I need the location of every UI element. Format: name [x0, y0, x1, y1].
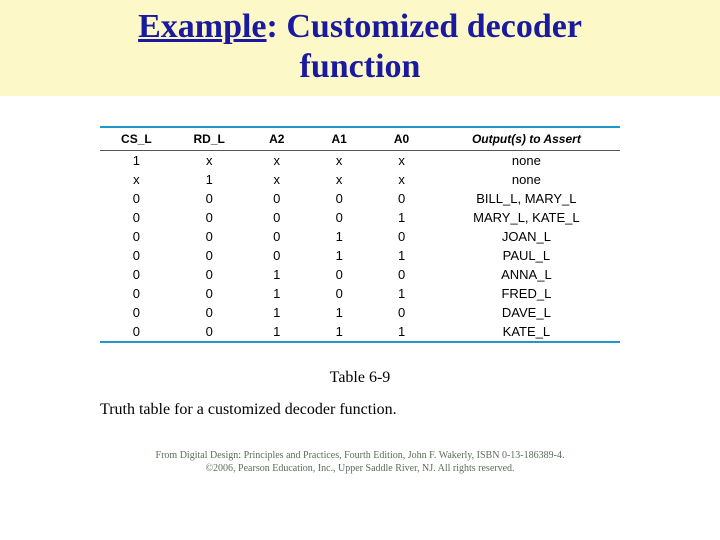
col-header: RD_L	[173, 128, 246, 150]
table-cell: x	[100, 170, 173, 189]
table-cell: 0	[173, 246, 246, 265]
table-row: 00100ANNA_L	[100, 265, 620, 284]
table-cell-output: none	[433, 151, 620, 170]
credit-line: From Digital Design: Principles and Prac…	[100, 449, 620, 475]
table-row: 00001MARY_L, KATE_L	[100, 208, 620, 227]
table-cell: 0	[370, 265, 432, 284]
table-cell: 0	[246, 227, 308, 246]
title-band: Example: Customized decoder function	[0, 0, 720, 96]
table-cell: 1	[173, 170, 246, 189]
credit-line-1: From Digital Design: Principles and Prac…	[100, 449, 620, 462]
table-cell-output: none	[433, 170, 620, 189]
table-cell: 1	[370, 284, 432, 303]
table-cell-output: MARY_L, KATE_L	[433, 208, 620, 227]
table-cell: x	[246, 151, 308, 170]
col-header: A1	[308, 128, 370, 150]
table-cell: 0	[308, 265, 370, 284]
table-row: x1xxxnone	[100, 170, 620, 189]
table-cell: 1	[370, 246, 432, 265]
table-bottom-rule	[100, 341, 620, 343]
table-cell-output: BILL_L, MARY_L	[433, 189, 620, 208]
table-row: 00101FRED_L	[100, 284, 620, 303]
table-cell: 0	[173, 189, 246, 208]
table-cell: 0	[246, 189, 308, 208]
table-cell: 1	[100, 151, 173, 170]
caption-block: Table 6-9 Truth table for a customized d…	[100, 369, 620, 419]
table-cell: 0	[308, 189, 370, 208]
table-cell: 0	[173, 322, 246, 341]
table-cell: 1	[246, 284, 308, 303]
table-cell: x	[246, 170, 308, 189]
table-cell-output: ANNA_L	[433, 265, 620, 284]
table-cell: 0	[173, 284, 246, 303]
table-cell: 1	[308, 303, 370, 322]
table-cell-output: FRED_L	[433, 284, 620, 303]
table-cell: 0	[100, 189, 173, 208]
table-cell: 0	[370, 189, 432, 208]
col-header: A0	[370, 128, 432, 150]
title-line2: function	[10, 48, 710, 86]
table-description: Truth table for a customized decoder fun…	[100, 401, 620, 419]
table-cell: 0	[100, 208, 173, 227]
table-cell: 0	[370, 303, 432, 322]
col-header: CS_L	[100, 128, 173, 150]
table-cell: x	[173, 151, 246, 170]
truth-table-body: 1xxxxnonex1xxxnone00000BILL_L, MARY_L000…	[100, 151, 620, 341]
table-cell: 0	[173, 208, 246, 227]
table-cell: 1	[308, 227, 370, 246]
table-cell: 1	[308, 322, 370, 341]
table-cell-output: KATE_L	[433, 322, 620, 341]
table-cell: x	[370, 151, 432, 170]
table-cell: 0	[173, 303, 246, 322]
title-underlined: Example	[138, 8, 266, 45]
table-cell: 1	[246, 303, 308, 322]
table-cell: 1	[370, 208, 432, 227]
table-row: 00110DAVE_L	[100, 303, 620, 322]
table-cell: x	[308, 151, 370, 170]
col-header-output: Output(s) to Assert	[433, 128, 620, 150]
table-cell: 0	[100, 322, 173, 341]
table-row: 1xxxxnone	[100, 151, 620, 170]
table-cell: 1	[308, 246, 370, 265]
table-cell: x	[308, 170, 370, 189]
table-cell-output: DAVE_L	[433, 303, 620, 322]
table-row: 00111KATE_L	[100, 322, 620, 341]
table-row: 00000BILL_L, MARY_L	[100, 189, 620, 208]
table-row: 00010JOAN_L	[100, 227, 620, 246]
table-label: Table 6-9	[100, 369, 620, 387]
col-header: A2	[246, 128, 308, 150]
table-cell-output: PAUL_L	[433, 246, 620, 265]
table-cell: 0	[308, 284, 370, 303]
table-cell: 0	[100, 284, 173, 303]
table-header-row: CS_L RD_L A2 A1 A0 Output(s) to Assert	[100, 128, 620, 150]
table-cell: 0	[100, 303, 173, 322]
table-cell-output: JOAN_L	[433, 227, 620, 246]
table-cell: 0	[246, 246, 308, 265]
table-cell: 0	[100, 227, 173, 246]
table-cell: 0	[173, 265, 246, 284]
table-cell: 1	[246, 265, 308, 284]
table-cell: 0	[100, 265, 173, 284]
table-cell: 0	[308, 208, 370, 227]
table-cell: 0	[100, 246, 173, 265]
truth-table-table: CS_L RD_L A2 A1 A0 Output(s) to Assert	[100, 128, 620, 150]
title-rest: : Customized decoder	[267, 8, 582, 45]
table-row: 00011PAUL_L	[100, 246, 620, 265]
table-cell: 0	[246, 208, 308, 227]
table-cell: 1	[370, 322, 432, 341]
credit-line-2: ©2006, Pearson Education, Inc., Upper Sa…	[100, 462, 620, 475]
table-cell: 0	[370, 227, 432, 246]
table-cell: 0	[173, 227, 246, 246]
table-cell: 1	[246, 322, 308, 341]
table-cell: x	[370, 170, 432, 189]
truth-table: CS_L RD_L A2 A1 A0 Output(s) to Assert 1…	[100, 126, 620, 343]
